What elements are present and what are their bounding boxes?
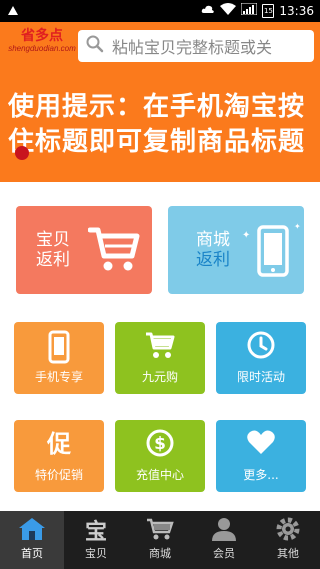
limited-time-button[interactable]: 限时活动 [216, 322, 306, 394]
more-button[interactable]: 更多... [216, 420, 306, 492]
tile-label: 特价促销 [34, 468, 83, 482]
tab-home[interactable]: 首页 [0, 511, 64, 569]
tab-label: 其他 [277, 547, 299, 560]
tab-label: 宝贝 [85, 547, 107, 560]
tab-label: 商城 [149, 547, 171, 560]
mall-rebate-button[interactable]: 商城 返利 ✦ ✦ [168, 206, 304, 294]
item-rebate-button[interactable]: 宝贝 返利 [16, 206, 152, 294]
signal-icon [240, 2, 258, 18]
special-sale-button[interactable]: 促 特价促销 [14, 420, 104, 492]
tab-label: 首页 [21, 547, 43, 560]
tile-label: 限时活动 [236, 370, 285, 384]
svg-text:$: $ [154, 434, 166, 454]
mobile-exclusive-button[interactable]: 手机专享 [14, 322, 104, 394]
nine-yuan-button[interactable]: 九元购 [115, 322, 205, 394]
dollar-icon: $ [145, 428, 175, 462]
tab-items[interactable]: 宝 宝贝 [64, 511, 128, 569]
sparkle-icon: ✦ [294, 222, 301, 231]
heart-icon [246, 428, 276, 460]
logo-domain: shengduodian.com [8, 44, 76, 53]
phone-icon [48, 330, 70, 368]
wifi-icon [220, 3, 237, 18]
tab-member[interactable]: 会员 [192, 511, 256, 569]
search-placeholder: 粘帖宝贝完整标题或关 [112, 38, 273, 57]
cart-icon [87, 224, 140, 278]
item-rebate-label: 宝贝 返利 [36, 230, 70, 270]
bottom-tab-bar: 首页 宝 宝贝 商城 会员 其他 [0, 511, 320, 569]
search-icon [86, 35, 104, 57]
status-bar: 15 13:36 [0, 0, 320, 22]
home-icon [18, 517, 46, 544]
banner-text: 使用提示：在手机淘宝按住标题即可复制商品标题 [8, 92, 306, 157]
tile-label: 更多... [243, 468, 279, 482]
tile-label: 九元购 [141, 370, 178, 384]
tab-mall[interactable]: 商城 [128, 511, 192, 569]
battery-icon: 15 [262, 3, 275, 18]
sparkle-icon: ✦ [242, 230, 251, 241]
app-header: 省多点 shengduodian.com 粘帖宝贝完整标题或关 [0, 22, 320, 70]
android-debug-icon [6, 4, 20, 19]
tile-label: 充值中心 [135, 468, 184, 482]
tile-label: 手机专享 [34, 370, 83, 384]
carousel-indicator [15, 146, 29, 160]
search-input[interactable]: 粘帖宝贝完整标题或关 [78, 30, 314, 62]
promo-icon: 促 [47, 430, 71, 458]
user-icon [211, 516, 237, 545]
cart-icon [145, 330, 175, 364]
cloud-icon [201, 3, 215, 18]
tab-other[interactable]: 其他 [256, 511, 320, 569]
logo: 省多点 shengduodian.com [6, 28, 78, 54]
tip-banner[interactable]: 使用提示：在手机淘宝按住标题即可复制商品标题 [0, 70, 320, 182]
clock-icon [246, 330, 276, 364]
recharge-center-button[interactable]: $ 充值中心 [115, 420, 205, 492]
bao-icon: 宝 [84, 520, 107, 545]
mall-rebate-label: 商城 返利 [196, 230, 230, 270]
tab-label: 会员 [213, 547, 235, 560]
logo-text: 省多点 [21, 28, 63, 44]
phone-icon [256, 224, 292, 282]
gear-icon [275, 516, 301, 545]
mall-icon [146, 517, 174, 544]
clock-time: 13:36 [279, 3, 314, 18]
